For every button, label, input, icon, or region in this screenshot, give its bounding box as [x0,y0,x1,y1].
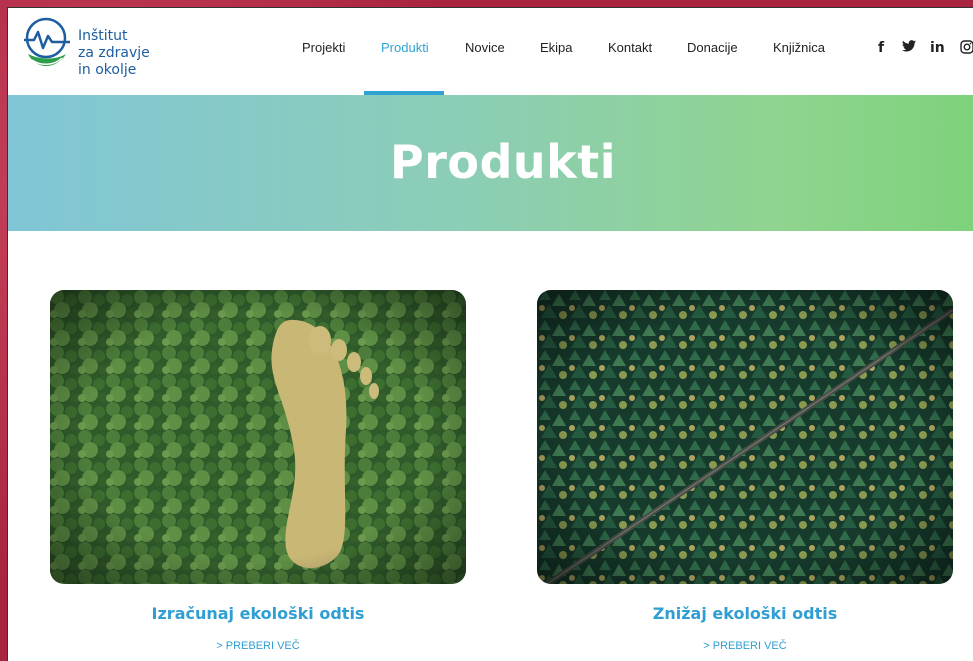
logo-line-1: Inštitut [78,28,128,44]
nav-item-kontakt[interactable]: Kontakt [608,40,652,55]
forest-road-image[interactable] [537,290,953,584]
nav-item-produkti[interactable]: Produkti [381,40,429,55]
read-more-link[interactable]: > PREBERI VEČ [537,640,953,652]
card-title-reduce[interactable]: Znižaj ekološki odtis [537,604,953,623]
page-title: Produkti [389,135,617,189]
nav-item-donacije[interactable]: Donacije [687,40,738,55]
footprint-forest-image[interactable] [50,290,466,584]
card-title-calculate[interactable]: Izračunaj ekološki odtis [50,604,466,623]
logo-text: Inštitut za zdravje in okolje [78,28,150,79]
site-header: Inštitut za zdravje in okolje Projekti P… [8,8,973,95]
nav-item-ekipa[interactable]: Ekipa [540,40,573,55]
instagram-icon[interactable] [960,40,973,58]
nav-item-novice[interactable]: Novice [465,40,505,55]
logo-line-2: za zdravje [78,45,150,61]
nav-item-projekti[interactable]: Projekti [302,40,345,55]
hero-banner: Produkti [8,95,973,231]
linkedin-icon[interactable]: in [930,40,945,56]
site-logo[interactable]: Inštitut za zdravje in okolje [20,14,180,90]
social-links: f in [878,40,973,60]
facebook-icon[interactable]: f [878,40,884,56]
heartbeat-leaf-icon [24,17,70,66]
web-page: Inštitut za zdravje in okolje Projekti P… [7,7,973,661]
read-more-link[interactable]: > PREBERI VEČ [50,640,466,652]
twitter-icon[interactable] [902,40,916,56]
nav-item-knjiznica[interactable]: Knjižnica [773,40,825,55]
logo-line-3: in okolje [78,62,137,78]
